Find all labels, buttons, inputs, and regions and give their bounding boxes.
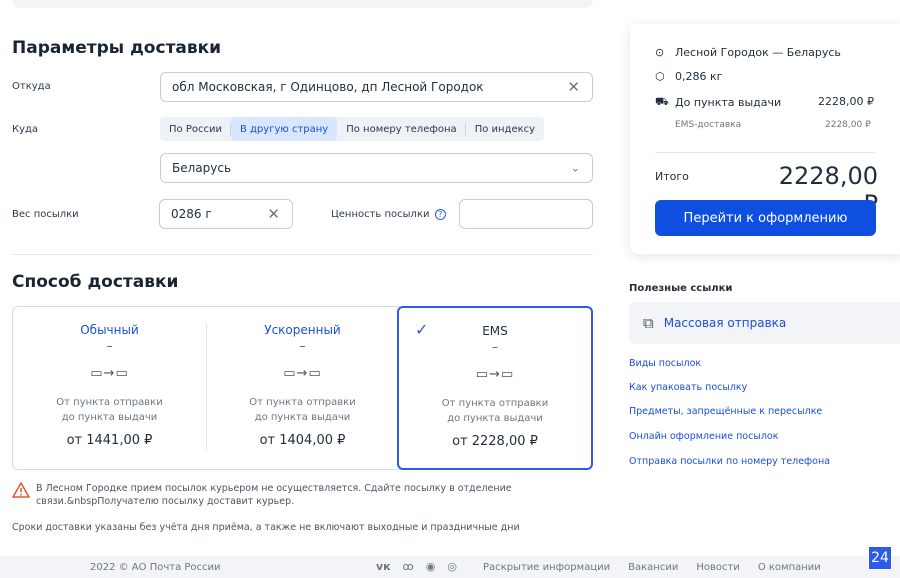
footer-link-vacancies[interactable]: Вакансии <box>628 562 678 573</box>
vk-icon[interactable]: ᴠᴋ <box>376 560 391 573</box>
declared-value-label: Ценность посылки ? <box>331 209 446 220</box>
to-label: Куда <box>12 124 39 135</box>
warning-text: В Лесном Городке прием посылок курьером … <box>36 483 512 507</box>
courier-warning: В Лесном Городке прием посылок курьером … <box>12 482 552 508</box>
method-desc: От пункта отправки до пункта выдачи <box>207 395 398 425</box>
method-term: – <box>492 340 498 354</box>
method-desc-line2: до пункта выдачи <box>61 412 158 423</box>
package-icon: ⬡ <box>655 70 665 83</box>
summary-to-point-text: До пункта выдачи <box>675 96 782 109</box>
warning-icon <box>12 482 30 498</box>
declared-value-input[interactable] <box>459 199 593 229</box>
section-divider <box>12 254 593 255</box>
link-how-to-pack[interactable]: Как упаковать посылку <box>629 382 747 393</box>
link-parcel-types[interactable]: Виды посылок <box>629 358 701 369</box>
useful-links-title: Полезные ссылки <box>629 283 733 294</box>
help-icon[interactable]: ? <box>434 209 446 220</box>
method-price: от 2228,00 ₽ <box>452 434 538 449</box>
tab-russia[interactable]: По России <box>160 117 231 141</box>
point-to-point-icon: ▭→▭ <box>475 367 515 382</box>
point-to-point-icon: ▭→▭ <box>90 366 129 381</box>
method-desc-line1: От пункта отправки <box>249 397 356 408</box>
summary-to-point: ⛟ До пункта выдачи <box>655 95 781 110</box>
method-desc-line2: до пункта выдачи <box>254 412 351 423</box>
footer-links: Раскрытие информации Вакансии Новости О … <box>483 562 821 573</box>
summary-divider <box>655 152 875 153</box>
method-term: – <box>299 339 306 353</box>
method-desc-line1: От пункта отправки <box>56 397 163 408</box>
badge-24[interactable]: 24 <box>868 546 892 570</box>
weight-label: Вес посылки <box>12 209 79 220</box>
mass-shipping-link[interactable]: ⧉ Массовая отправка <box>629 302 900 344</box>
summary-route-text: Лесной Городок — Беларусь <box>675 46 841 59</box>
country-select[interactable]: Беларусь ⌄ <box>160 153 593 183</box>
method-term: – <box>106 339 113 353</box>
dzen-icon[interactable]: ◎ <box>447 560 457 573</box>
clear-from-icon[interactable]: ✕ <box>567 78 580 96</box>
chevron-down-icon: ⌄ <box>570 161 580 175</box>
clear-weight-icon[interactable]: ✕ <box>267 205 280 223</box>
weight-input[interactable]: 0286 г ✕ <box>159 199 293 229</box>
odnoklassniki-icon[interactable]: ꝏ <box>403 560 414 573</box>
delivery-params-title: Параметры доставки <box>12 38 222 58</box>
link-send-by-phone[interactable]: Отправка посылки по номеру телефона <box>629 456 830 467</box>
top-panel-edge <box>12 0 593 8</box>
from-label: Откуда <box>12 81 51 92</box>
total-label: Итого <box>655 170 689 183</box>
method-name: Обычный <box>80 323 139 337</box>
summary-weight: ⬡ 0,286 кг <box>655 70 722 83</box>
checkmark-icon: ✓ <box>415 320 429 339</box>
link-prohibited-items[interactable]: Предметы, запрещённые к пересылке <box>629 406 822 417</box>
telegram-icon[interactable]: ◉ <box>426 560 436 573</box>
method-card-regular[interactable]: Обычный – ▭→▭ От пункта отправки до пункт… <box>13 307 206 469</box>
method-desc-line1: От пункта отправки <box>441 398 549 409</box>
from-value: обл Московская, г Одинцово, дп Лесной Го… <box>172 80 484 94</box>
method-price: от 1404,00 ₽ <box>259 433 346 448</box>
order-summary-card: ⊙ Лесной Городок — Беларусь ⬡ 0,286 кг ⛟ До… <box>630 24 900 254</box>
declared-value-label-text: Ценность посылки <box>331 209 430 220</box>
tab-postcode[interactable]: По индексу <box>466 117 544 141</box>
from-input[interactable]: обл Московская, г Одинцово, дп Лесной Го… <box>160 72 593 102</box>
delivery-method-title: Способ доставки <box>12 272 179 292</box>
summary-to-point-price: 2228,00 ₽ <box>818 95 874 108</box>
method-price: от 1441,00 ₽ <box>66 433 153 448</box>
footer: 2022 © АО Почта России ᴠᴋ ꝏ ◉ ◎ Раскрыти… <box>0 556 900 578</box>
delivery-truck-icon: ⛟ <box>655 95 669 108</box>
copyright: 2022 © АО Почта России <box>90 562 221 573</box>
summary-service-price: 2228,00 ₽ <box>825 120 871 130</box>
method-card-ems[interactable]: ✓ EMS – ▭→▭ От пункта отправки до пункта … <box>397 306 593 470</box>
method-desc: От пункта отправки до пункта выдачи <box>399 396 591 426</box>
social-links: ᴠᴋ ꝏ ◉ ◎ <box>376 560 457 573</box>
mass-shipping-label: Массовая отправка <box>663 316 787 330</box>
summary-weight-text: 0,286 кг <box>675 70 723 83</box>
method-desc-line2: до пункта выдачи <box>447 413 543 424</box>
weight-value: 0286 г <box>171 207 212 221</box>
tab-other-country[interactable]: В другую страну <box>230 117 338 141</box>
link-online-parcels[interactable]: Онлайн оформление посылок <box>629 431 778 442</box>
footer-link-about[interactable]: О компании <box>758 562 821 573</box>
checkout-button[interactable]: Перейти к оформлению <box>655 200 876 236</box>
location-pin-icon: ⊙ <box>655 46 665 59</box>
method-name: Ускоренный <box>264 323 341 337</box>
footer-link-disclosure[interactable]: Раскрытие информации <box>483 562 610 573</box>
tab-phone-number[interactable]: По номеру телефона <box>337 117 467 141</box>
country-value: Беларусь <box>172 161 232 175</box>
destination-type-tabs: По России В другую страну По номеру теле… <box>160 117 545 141</box>
method-card-express[interactable]: Ускоренный – ▭→▭ От пункта отправки до пу… <box>207 307 398 469</box>
point-to-point-icon: ▭→▭ <box>283 366 322 381</box>
delivery-time-note: Сроки доставки указаны без учёта дня при… <box>12 522 520 533</box>
summary-route: ⊙ Лесной Городок — Беларусь <box>655 46 841 59</box>
footer-link-news[interactable]: Новости <box>696 562 739 573</box>
delivery-method-options: Обычный – ▭→▭ От пункта отправки до пункт… <box>12 306 593 470</box>
method-desc: От пункта отправки до пункта выдачи <box>13 395 206 425</box>
summary-service: EMS-доставка <box>675 120 742 130</box>
boxes-icon: ⧉ <box>643 314 654 332</box>
